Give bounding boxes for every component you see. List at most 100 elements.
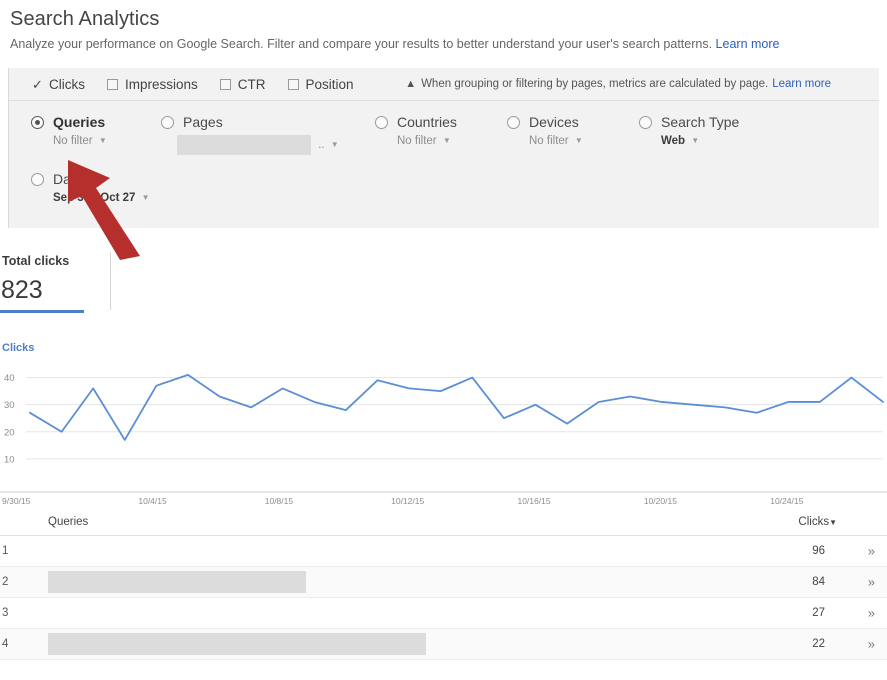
row-rank: 4 xyxy=(2,638,9,650)
chevron-double-right-icon[interactable]: » xyxy=(868,544,875,559)
table-row[interactable]: 1 96 » xyxy=(0,536,887,567)
metric-note: ▲ When grouping or filtering by pages, m… xyxy=(405,78,831,90)
dimension-search-type[interactable]: Search Type Web ▼ xyxy=(639,114,739,147)
dimension-dates[interactable]: Dates Sep 30 - Oct 27 ▼ xyxy=(31,171,150,204)
dimension-filter-value-queries: No filter xyxy=(53,135,93,147)
dimension-label-search-type: Search Type xyxy=(661,114,740,130)
metric-checkbox-impressions[interactable]: Impressions xyxy=(107,77,198,92)
row-clicks: 96 xyxy=(812,545,825,557)
dimension-label-countries: Countries xyxy=(397,114,457,130)
table-row[interactable]: 4 22 » xyxy=(0,629,887,660)
chart-legend-clicks: Clicks xyxy=(2,342,35,354)
total-clicks-underline xyxy=(0,310,84,313)
dimension-filter-value-devices: No filter xyxy=(529,135,569,147)
metric-label-position: Position xyxy=(305,76,354,92)
filter-panel: ✓ Clicks Impressions CTR Position ▲ When… xyxy=(8,68,879,228)
table-row[interactable]: 3 27 » xyxy=(0,598,887,629)
row-rank: 2 xyxy=(2,576,9,588)
redacted-query-text xyxy=(48,633,426,655)
dimension-filter-value-dates: Sep 30 - Oct 27 xyxy=(53,192,136,204)
page-header: Search Analytics Analyze your performanc… xyxy=(0,0,887,52)
checkbox-icon xyxy=(219,78,231,90)
radio-icon-search-type[interactable] xyxy=(639,115,652,129)
svg-text:9/30/15: 9/30/15 xyxy=(2,496,31,506)
clicks-chart: Clicks 10 20 30 40 9/30/15 10/4/15 10/8/15 10/1… xyxy=(0,340,887,508)
column-header-clicks[interactable]: Clicks▼ xyxy=(798,516,837,528)
metric-label-clicks: Clicks xyxy=(49,76,85,92)
redacted-query-text xyxy=(48,571,306,593)
chevron-down-icon: ▼ xyxy=(442,136,451,145)
row-rank: 1 xyxy=(2,545,9,557)
dimension-label-dates: Dates xyxy=(53,171,90,187)
page-title: Search Analytics xyxy=(10,8,160,30)
row-clicks: 27 xyxy=(812,607,825,619)
svg-text:40: 40 xyxy=(4,373,15,384)
header-learn-more-link[interactable]: Learn more xyxy=(716,37,780,51)
chevron-down-icon: ▼ xyxy=(330,140,339,150)
row-clicks: 22 xyxy=(812,638,825,650)
table-header-row: Queries Clicks▼ xyxy=(0,508,887,536)
radio-icon-countries[interactable] xyxy=(375,115,388,129)
chevron-double-right-icon[interactable]: » xyxy=(868,606,875,621)
radio-icon-devices[interactable] xyxy=(507,115,520,129)
dimension-filter-devices[interactable]: No filter ▼ xyxy=(529,135,583,147)
metric-checkbox-clicks[interactable]: ✓ Clicks xyxy=(31,77,85,92)
row-query xyxy=(48,571,306,593)
svg-text:10/12/15: 10/12/15 xyxy=(391,496,424,506)
table-row[interactable]: 2 84 » xyxy=(0,567,887,598)
dimension-filter-value-search-type: Web xyxy=(661,135,686,147)
dimension-filter-pages[interactable]: .. ▼ xyxy=(177,135,339,155)
chevron-double-right-icon[interactable]: » xyxy=(868,575,875,590)
dimension-filter-search-type[interactable]: Web ▼ xyxy=(661,135,739,147)
queries-table: Queries Clicks▼ 1 96 » 2 84 » 3 27 » 4 2… xyxy=(0,508,887,660)
radio-icon-dates[interactable] xyxy=(31,172,44,186)
metric-note-text: When grouping or filtering by pages, met… xyxy=(421,78,769,90)
sort-descending-icon: ▼ xyxy=(829,517,837,527)
svg-text:30: 30 xyxy=(4,400,15,411)
metric-checkbox-position[interactable]: Position xyxy=(287,76,354,92)
chevron-double-right-icon[interactable]: » xyxy=(868,637,875,652)
row-query xyxy=(48,633,426,655)
dimension-queries[interactable]: Queries No filter ▼ xyxy=(31,114,107,147)
page-description-text: Analyze your performance on Google Searc… xyxy=(10,37,713,51)
dimension-label-devices: Devices xyxy=(529,114,579,130)
svg-text:10: 10 xyxy=(4,454,15,465)
check-icon: ✓ xyxy=(32,76,43,92)
dimension-countries[interactable]: Countries No filter ▼ xyxy=(375,114,457,147)
metric-note-learn-more-link[interactable]: Learn more xyxy=(772,78,831,90)
checkbox-icon xyxy=(107,78,118,90)
metric-label-ctr: CTR xyxy=(237,76,266,92)
svg-text:10/24/15: 10/24/15 xyxy=(770,496,803,506)
dimension-filter-value-pages: .. xyxy=(318,139,325,152)
checkbox-icon xyxy=(287,78,299,90)
dimension-pages[interactable]: Pages .. ▼ xyxy=(161,114,339,155)
column-header-queries[interactable]: Queries xyxy=(48,516,88,528)
column-header-clicks-label: Clicks xyxy=(798,515,830,528)
dimension-filter-queries[interactable]: No filter ▼ xyxy=(53,135,107,147)
totals-divider xyxy=(110,252,111,310)
metric-label-impressions: Impressions xyxy=(125,76,198,92)
chart-plot-area: 10 20 30 40 9/30/15 10/4/15 10/8/15 10/12/15 10/… xyxy=(0,373,887,506)
svg-text:10/16/15: 10/16/15 xyxy=(517,496,550,506)
totals-section: Total clicks 823 xyxy=(0,248,887,320)
radio-icon-pages[interactable] xyxy=(161,115,174,129)
redacted-pages-filter xyxy=(177,135,311,155)
warning-triangle-icon: ▲ xyxy=(405,78,417,90)
svg-text:10/8/15: 10/8/15 xyxy=(265,496,294,506)
chevron-down-icon: ▼ xyxy=(691,136,700,145)
page-description: Analyze your performance on Google Searc… xyxy=(10,36,877,52)
chevron-down-icon: ▼ xyxy=(141,193,150,202)
row-clicks: 84 xyxy=(812,576,825,588)
dimension-filter-dates[interactable]: Sep 30 - Oct 27 ▼ xyxy=(53,192,150,204)
dimension-filter-value-countries: No filter xyxy=(397,135,437,147)
metric-selector-row: ✓ Clicks Impressions CTR Position ▲ When… xyxy=(9,68,879,101)
chevron-down-icon: ▼ xyxy=(574,136,583,145)
dimension-selector-group: Queries No filter ▼ Pages .. ▼ Countries xyxy=(9,101,879,227)
dimension-filter-countries[interactable]: No filter ▼ xyxy=(397,135,457,147)
metric-checkbox-ctr[interactable]: CTR xyxy=(219,76,266,92)
svg-text:20: 20 xyxy=(4,427,15,438)
total-clicks-value: 823 xyxy=(1,276,43,304)
svg-text:10/20/15: 10/20/15 xyxy=(644,496,677,506)
radio-icon-queries[interactable] xyxy=(31,115,44,129)
dimension-devices[interactable]: Devices No filter ▼ xyxy=(507,114,583,147)
